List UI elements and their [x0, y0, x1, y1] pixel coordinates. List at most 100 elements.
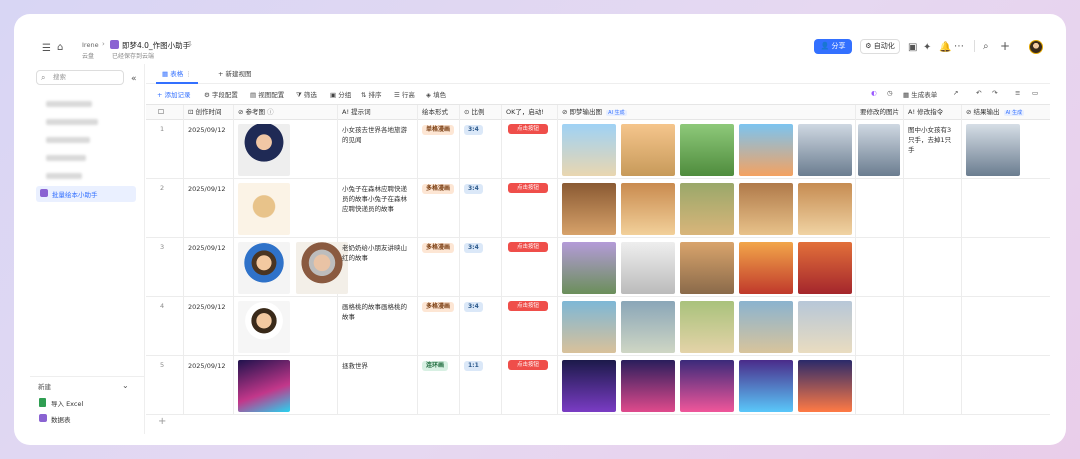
- prompt-cell[interactable]: 小兔子在森林应聘快递员的故事小兔子在森林应聘快递员的故事: [338, 179, 418, 238]
- modify-image-cell[interactable]: [856, 238, 904, 297]
- sidebar-item-2[interactable]: [36, 115, 136, 129]
- form-cell[interactable]: 单格漫画: [418, 120, 460, 179]
- comment-icon[interactable]: ▭: [1032, 89, 1038, 97]
- search-icon[interactable]: ⌕: [983, 41, 989, 53]
- select-all-checkbox[interactable]: ☐: [146, 105, 184, 121]
- ratio-cell[interactable]: 3:4: [460, 238, 502, 297]
- output-image[interactable]: [621, 124, 675, 176]
- form-cell[interactable]: 多格漫画: [418, 238, 460, 297]
- collapse-icon[interactable]: «: [131, 73, 137, 85]
- modify-cmd-cell[interactable]: 图中小女孩有3只手，去掉1只手: [904, 120, 962, 179]
- prompt-cell[interactable]: 老奶奶给小朋友讲映山红的故事: [338, 238, 418, 297]
- output-image[interactable]: [739, 183, 793, 235]
- output-image[interactable]: [562, 360, 616, 412]
- output-image[interactable]: [739, 301, 793, 353]
- start-button[interactable]: 点击按钮: [508, 242, 548, 252]
- start-button[interactable]: 点击按钮: [508, 360, 548, 370]
- doc-title[interactable]: 即梦4.0_作图小助手: [122, 40, 190, 51]
- pin-icon[interactable]: ⇩: [187, 40, 193, 48]
- output-cell[interactable]: [558, 179, 856, 238]
- output-image[interactable]: [680, 360, 734, 412]
- row-height-button[interactable]: ☰ 行高: [394, 89, 415, 99]
- created-cell[interactable]: 2025/09/12: [184, 356, 234, 415]
- created-cell[interactable]: 2025/09/12: [184, 120, 234, 179]
- table-row[interactable]: 3 2025/09/12 老奶奶给小朋友讲映山红的故事 多格漫画 3:4 点击按…: [146, 238, 1050, 297]
- prompt-cell[interactable]: 小女孩去世界各地旅游的见闻: [338, 120, 418, 179]
- output-image[interactable]: [562, 124, 616, 176]
- result-cell[interactable]: [962, 356, 1050, 415]
- sidebar-item-4[interactable]: [36, 151, 136, 165]
- result-cell[interactable]: [962, 179, 1050, 238]
- form-cell[interactable]: 多格漫画: [418, 297, 460, 356]
- col-ok[interactable]: OK了，启动!: [502, 105, 558, 121]
- undo-icon[interactable]: ↶: [976, 89, 981, 97]
- view-config-button[interactable]: ▤ 视图配置: [250, 89, 284, 99]
- start-button[interactable]: 点击按钮: [508, 183, 548, 193]
- modify-cmd-cell[interactable]: [904, 356, 962, 415]
- share-button[interactable]: 👤 分享: [814, 39, 852, 54]
- reference-image[interactable]: [238, 242, 290, 294]
- result-cell[interactable]: [962, 120, 1050, 179]
- add-record-button[interactable]: + 添加记录: [157, 89, 191, 99]
- search-input[interactable]: ⌕ 搜索: [36, 70, 124, 85]
- sidebar-item-3[interactable]: [36, 133, 136, 147]
- output-image[interactable]: [562, 183, 616, 235]
- generate-form-button[interactable]: ▦ 生成表单: [903, 89, 937, 99]
- output-image[interactable]: [798, 183, 852, 235]
- sort-button[interactable]: ⇅ 排序: [361, 89, 382, 99]
- reference-image[interactable]: [238, 183, 290, 235]
- output-image[interactable]: [680, 183, 734, 235]
- import-excel-item[interactable]: 导入 Excel: [36, 396, 136, 410]
- modify-image-cell[interactable]: [856, 297, 904, 356]
- tab-table[interactable]: ▦ 表格 ⋮: [156, 67, 198, 84]
- new-view-button[interactable]: + 新建视图: [218, 67, 252, 81]
- plugin-icon[interactable]: ✦: [923, 42, 931, 54]
- ratio-cell[interactable]: 3:4: [460, 120, 502, 179]
- output-cell[interactable]: [558, 238, 856, 297]
- col-modify-cmd[interactable]: A! 修改指令: [904, 105, 962, 121]
- output-cell[interactable]: [558, 356, 856, 415]
- result-cell[interactable]: [962, 238, 1050, 297]
- output-image[interactable]: [798, 360, 852, 412]
- prompt-cell[interactable]: 拯救世界: [338, 356, 418, 415]
- sidebar-item-1[interactable]: [36, 97, 136, 111]
- start-button[interactable]: 点击按钮: [508, 301, 548, 311]
- group-button[interactable]: ▣ 分组: [330, 89, 351, 99]
- template-icon[interactable]: ▣: [908, 42, 917, 54]
- breadcrumb-user[interactable]: Irene: [82, 41, 99, 49]
- menu-icon[interactable]: ☰: [42, 43, 51, 55]
- add-row-icon[interactable]: +: [158, 416, 166, 427]
- form-cell[interactable]: 连环画: [418, 356, 460, 415]
- output-cell[interactable]: [558, 120, 856, 179]
- field-config-button[interactable]: ⚙ 字段配置: [204, 89, 238, 99]
- modify-image-cell[interactable]: [856, 356, 904, 415]
- history-icon[interactable]: ◷: [887, 89, 893, 97]
- redo-icon[interactable]: ↷: [992, 89, 997, 97]
- modify-cmd-cell[interactable]: [904, 238, 962, 297]
- output-image[interactable]: [562, 301, 616, 353]
- col-prompt[interactable]: A! 提示词: [338, 105, 418, 121]
- output-image[interactable]: [621, 183, 675, 235]
- created-cell[interactable]: 2025/09/12: [184, 179, 234, 238]
- modify-image[interactable]: [858, 124, 900, 176]
- prompt-cell[interactable]: 画格桃的故事画格桃的故事: [338, 297, 418, 356]
- output-image[interactable]: [680, 124, 734, 176]
- ref-cell[interactable]: [234, 179, 338, 238]
- sidebar-item-5[interactable]: [36, 169, 136, 183]
- output-image[interactable]: [798, 242, 852, 294]
- ratio-cell[interactable]: 3:4: [460, 297, 502, 356]
- col-ref[interactable]: ⊘ 参考图 ⓘ: [234, 105, 338, 121]
- reference-image[interactable]: [238, 124, 290, 176]
- add-icon[interactable]: +: [1000, 40, 1010, 52]
- result-image[interactable]: [966, 124, 1020, 176]
- col-result[interactable]: ⊘ 结果输出 AI 生成: [962, 105, 1050, 121]
- output-image[interactable]: [739, 360, 793, 412]
- sidebar-item-batch-helper[interactable]: 批量绘本小助手: [36, 186, 136, 202]
- reference-image[interactable]: [238, 360, 290, 412]
- ref-cell[interactable]: [234, 120, 338, 179]
- chevron-down-icon[interactable]: ⌄: [122, 380, 129, 392]
- share-view-icon[interactable]: ↗: [953, 89, 958, 97]
- start-button[interactable]: 点击按钮: [508, 124, 548, 134]
- col-created[interactable]: ⊡ 创作时间: [184, 105, 234, 121]
- filter-button[interactable]: ⧩ 筛选: [296, 89, 317, 100]
